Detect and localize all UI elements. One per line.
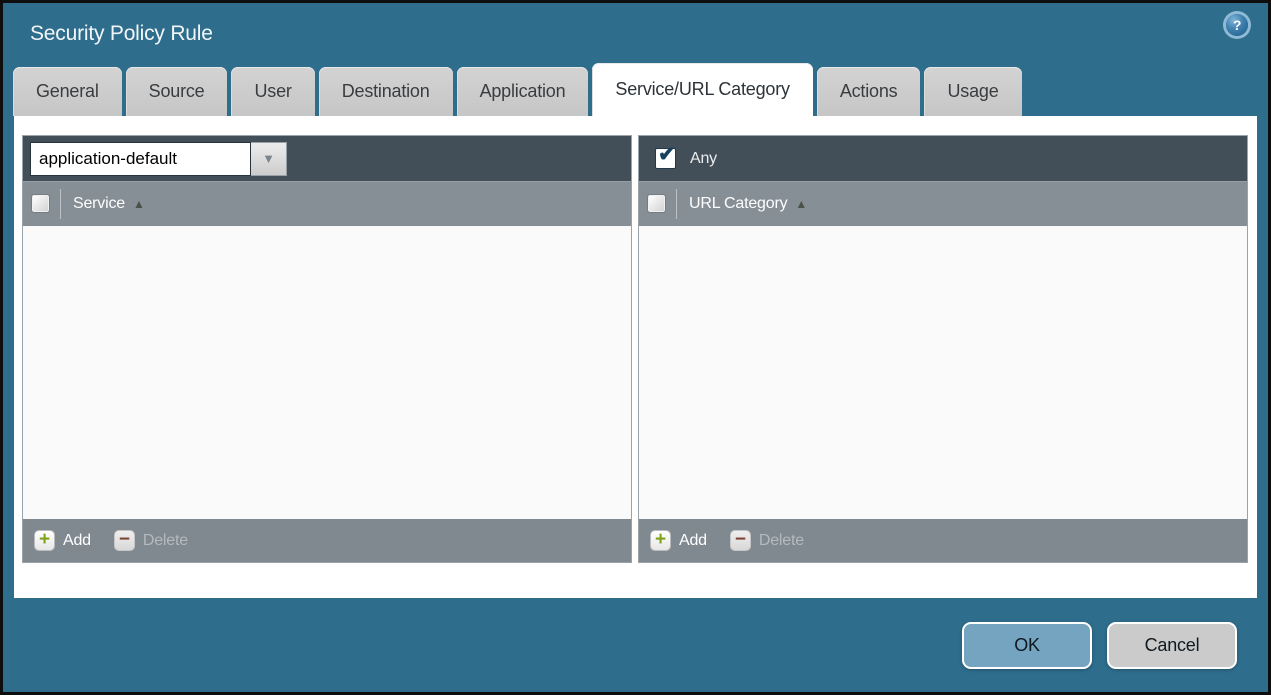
delete-button-label: Delete xyxy=(142,531,188,549)
cancel-button[interactable]: Cancel xyxy=(1107,622,1237,669)
chevron-down-icon: ▼ xyxy=(262,151,275,166)
tab-usage[interactable]: Usage xyxy=(924,67,1022,116)
checkmark-icon: ✔ xyxy=(658,143,676,166)
tab-service-url-category[interactable]: Service/URL Category xyxy=(592,63,813,116)
tab-actions[interactable]: Actions xyxy=(816,67,921,116)
url-category-toolbar: ✔ Any xyxy=(639,136,1247,181)
service-table-header: Service ▲ xyxy=(23,181,631,226)
dialog-title: Security Policy Rule xyxy=(30,21,213,45)
minus-icon: − xyxy=(729,530,751,551)
tab-content: ▼ Service ▲ + Add − Delete ✔ xyxy=(14,116,1257,598)
sort-ascending-icon[interactable]: ▲ xyxy=(795,197,807,211)
header-separator xyxy=(60,188,61,219)
url-category-table-header: URL Category ▲ xyxy=(639,181,1247,226)
plus-icon: + xyxy=(34,530,55,551)
dialog-titlebar: Security Policy Rule ? xyxy=(3,3,1268,64)
service-select-all-checkbox[interactable] xyxy=(31,194,50,213)
minus-icon: − xyxy=(113,530,135,551)
add-button-label: Add xyxy=(679,531,707,549)
tab-bar: General Source User Destination Applicat… xyxy=(3,63,1268,116)
service-column-header[interactable]: Service xyxy=(73,195,125,213)
question-mark-glyph: ? xyxy=(1232,17,1242,33)
service-type-input[interactable] xyxy=(30,141,251,176)
url-category-select-all-checkbox[interactable] xyxy=(647,194,666,213)
url-category-panel: ✔ Any URL Category ▲ + Add − Delete xyxy=(638,135,1248,563)
url-category-delete-button[interactable]: − Delete xyxy=(729,530,804,551)
service-list xyxy=(23,226,631,519)
tab-user[interactable]: User xyxy=(231,67,315,116)
header-separator xyxy=(676,188,677,219)
url-category-list xyxy=(639,226,1247,519)
any-checkbox[interactable]: ✔ xyxy=(655,143,676,169)
ok-button[interactable]: OK xyxy=(962,622,1092,669)
help-icon[interactable]: ? xyxy=(1226,14,1248,36)
service-type-dropdown-button[interactable]: ▼ xyxy=(251,141,287,176)
service-type-combobox: ▼ xyxy=(30,141,287,176)
tab-source[interactable]: Source xyxy=(125,67,228,116)
dialog-action-bar: OK Cancel xyxy=(3,598,1268,693)
plus-icon: + xyxy=(650,530,671,551)
url-category-add-button[interactable]: + Add xyxy=(650,530,707,551)
delete-button-label: Delete xyxy=(758,531,804,549)
url-category-footer: + Add − Delete xyxy=(639,519,1247,562)
service-delete-button[interactable]: − Delete xyxy=(113,530,188,551)
tab-application[interactable]: Application xyxy=(456,67,589,116)
service-panel: ▼ Service ▲ + Add − Delete xyxy=(22,135,632,563)
service-toolbar: ▼ xyxy=(23,136,631,181)
service-footer: + Add − Delete xyxy=(23,519,631,562)
add-button-label: Add xyxy=(63,531,91,549)
tab-destination[interactable]: Destination xyxy=(318,67,453,116)
any-checkbox-label: Any xyxy=(690,149,717,167)
tab-general[interactable]: General xyxy=(13,67,122,116)
service-add-button[interactable]: + Add xyxy=(34,530,91,551)
sort-ascending-icon[interactable]: ▲ xyxy=(133,197,145,211)
url-category-column-header[interactable]: URL Category xyxy=(689,195,788,213)
security-policy-rule-dialog: { "window": { "title": "Security Policy … xyxy=(0,0,1271,695)
